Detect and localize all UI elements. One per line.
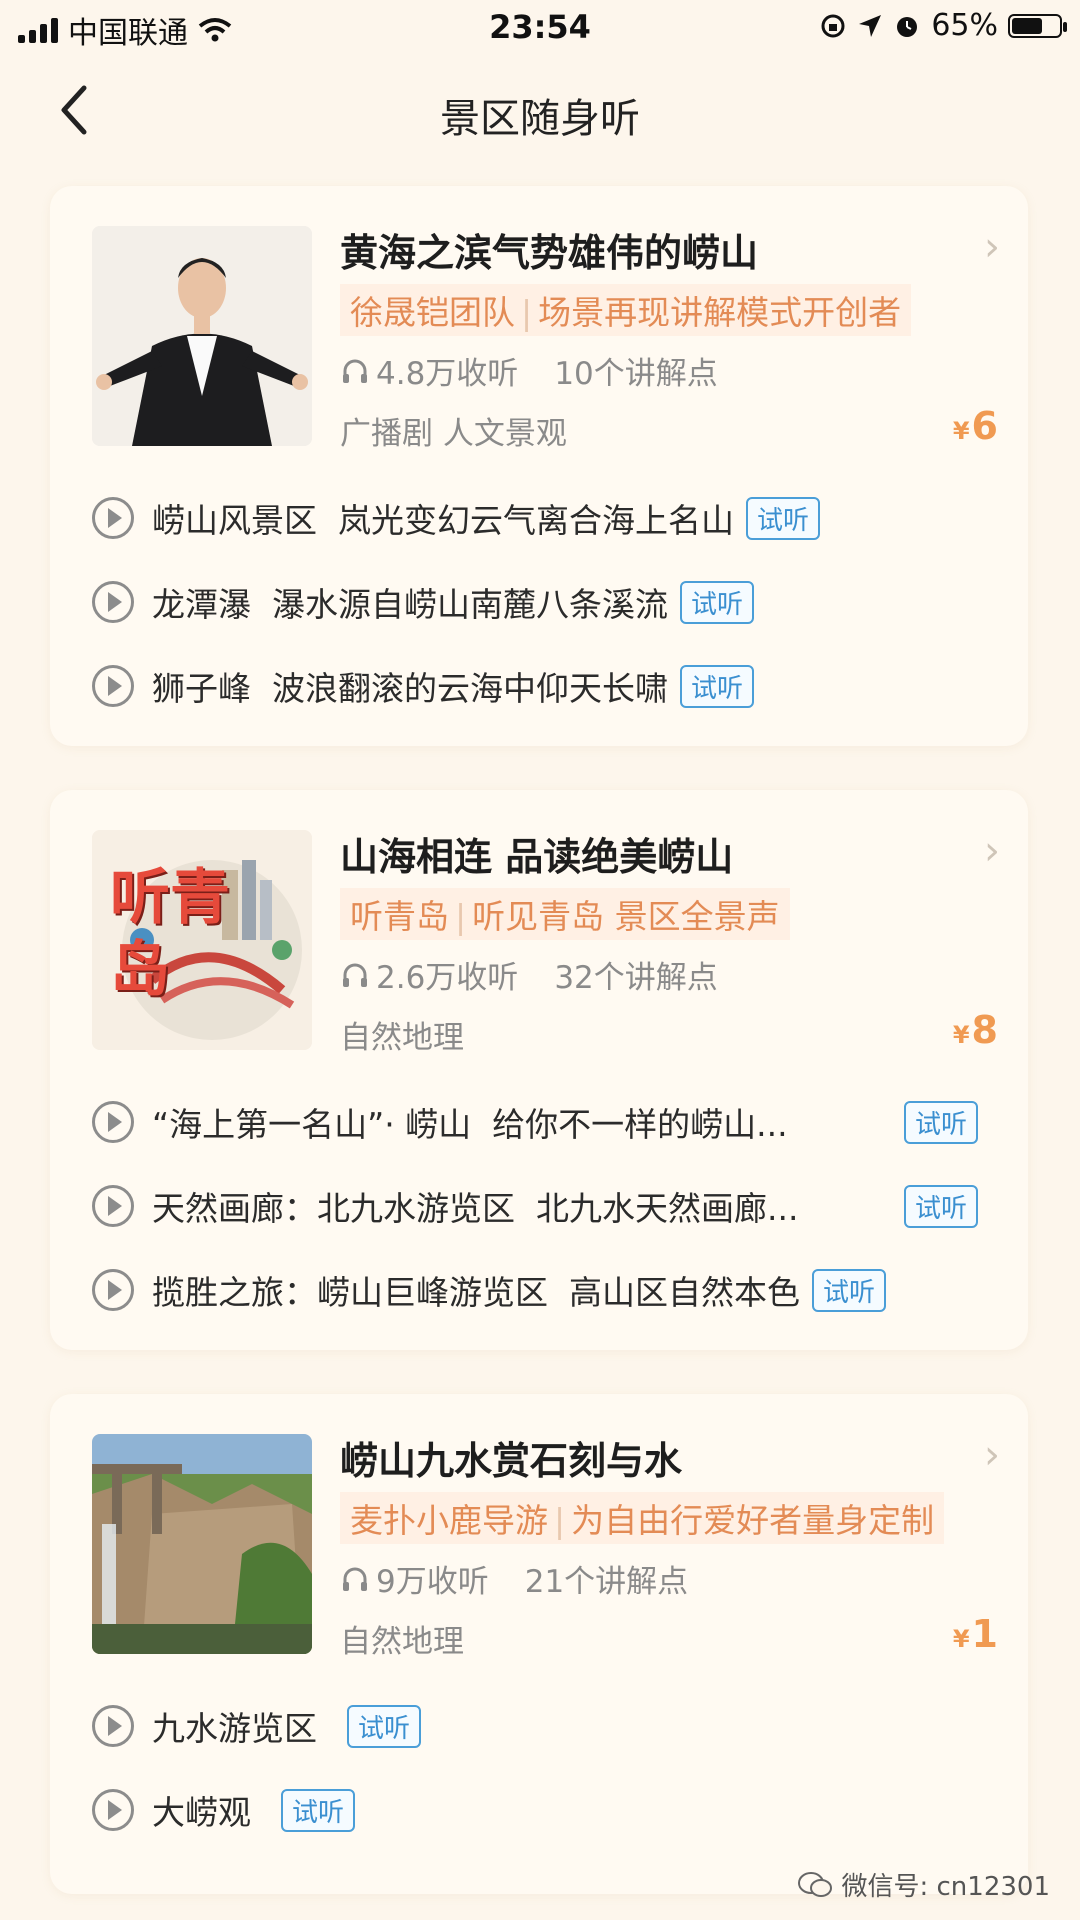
track-row[interactable]: 九水游览区 试听 [92, 1696, 1008, 1756]
rotation-lock-icon [821, 14, 845, 37]
point-count: 32个讲解点 [554, 960, 718, 996]
trial-listen-button[interactable]: 试听 [903, 1100, 978, 1144]
wechat-watermark: 微信号: cn12301 [797, 1866, 1050, 1903]
point-count: 10个讲解点 [554, 356, 718, 392]
listen-count: 9万收听 [376, 1564, 489, 1600]
track-name: 天然画廊：北九水游览区 [152, 1189, 515, 1228]
headphones-icon [343, 1567, 367, 1591]
track-row[interactable]: 崂山风景区 岚光变幻云气离合海上名山 试听 [92, 488, 1008, 548]
chevron-right-icon[interactable]: › [984, 1432, 1000, 1478]
track-name: 狮子峰 [152, 669, 251, 708]
author-name: 听青岛 [350, 897, 449, 936]
listen-count: 2.6万收听 [376, 960, 519, 996]
track-desc: 高山区自然本色 [568, 1273, 800, 1312]
trial-listen-button[interactable]: 试听 [745, 496, 820, 540]
trial-listen-button[interactable]: 试听 [679, 664, 754, 708]
author-desc: 场景再现讲解模式开创者 [538, 293, 902, 332]
track-desc: 北九水天然画廊... [535, 1189, 799, 1228]
track-desc: 瀑水源自崂山南麓八条溪流 [271, 585, 668, 624]
track-row[interactable]: “海上第一名山”· 崂山 给你不一样的崂山... 试听 [92, 1092, 1008, 1152]
wechat-icon [798, 1871, 833, 1897]
location-icon [859, 14, 882, 37]
tour-stats: 9万收听 21个讲解点 [340, 1556, 688, 1601]
chevron-right-icon[interactable]: › [984, 828, 1000, 874]
battery-icon [1008, 13, 1067, 38]
tour-stats: 4.8万收听 10个讲解点 [340, 348, 718, 393]
track-row[interactable]: 龙潭瀑 瀑水源自崂山南麓八条溪流 试听 [92, 572, 1008, 632]
tour-card[interactable]: 听青岛 山海相连 品读绝美崂山 › 听青岛 | 听见青岛 景区全景声 2.6万收听 … [50, 790, 1028, 1350]
track-name: 揽胜之旅：崂山巨峰游览区 [152, 1273, 548, 1312]
tour-card[interactable]: 崂山九水赏石刻与水 › 麦扑小鹿导游 | 为自由行爱好者量身定制 9万收听 21个讲… [50, 1394, 1028, 1894]
track-row[interactable]: 天然画廊：北九水游览区 北九水天然画廊... 试听 [92, 1176, 1008, 1236]
track-desc: 给你不一样的崂山... [492, 1105, 788, 1144]
tour-tags: 自然地理 [340, 1020, 464, 1056]
play-icon[interactable] [92, 497, 134, 539]
author-tag: 听青岛 | 听见青岛 景区全景声 [340, 888, 790, 940]
trial-listen-button[interactable]: 试听 [679, 580, 754, 624]
track-row[interactable]: 大崂观 试听 [92, 1780, 1008, 1840]
tour-price: ¥6 [952, 404, 998, 448]
play-icon[interactable] [92, 1185, 134, 1227]
play-icon[interactable] [92, 1789, 134, 1831]
tour-stats: 2.6万收听 32个讲解点 [340, 952, 718, 997]
tour-tags: 自然地理 [340, 1624, 464, 1660]
headphones-icon [343, 359, 367, 383]
trial-listen-button[interactable]: 试听 [347, 1704, 422, 1748]
track-name: “海上第一名山”· 崂山 [152, 1105, 472, 1144]
play-icon[interactable] [92, 665, 134, 707]
listen-count: 4.8万收听 [376, 356, 519, 392]
track-desc: 波浪翻滚的云海中仰天长啸 [271, 669, 668, 708]
tour-title: 崂山九水赏石刻与水 [340, 1439, 683, 1483]
tour-tags: 广播剧 人文景观 [340, 416, 567, 452]
track-name: 崂山风景区 [152, 501, 317, 540]
track-name: 龙潭瀑 [152, 585, 251, 624]
author-desc: 听见青岛 景区全景声 [472, 897, 780, 936]
alarm-icon [897, 16, 918, 37]
tour-title: 黄海之滨气势雄伟的崂山 [340, 231, 759, 275]
track-name: 大崂观 [152, 1793, 251, 1832]
scenery-photo [92, 1434, 312, 1654]
nav-bar: 景区随身听 [0, 70, 1080, 150]
author-tag: 徐晟铠团队 | 场景再现讲解模式开创者 [340, 284, 912, 336]
author-name: 徐晟铠团队 [350, 293, 515, 332]
trial-listen-button[interactable]: 试听 [903, 1184, 978, 1228]
track-row[interactable]: 揽胜之旅：崂山巨峰游览区 高山区自然本色 试听 [92, 1260, 1008, 1320]
cover-image: 听青岛 [92, 830, 312, 1050]
author-desc: 为自由行爱好者量身定制 [571, 1501, 935, 1540]
status-bar: 中国联通 23:54 65% [0, 0, 1080, 56]
battery-percent: 65% [931, 8, 998, 43]
author-tag: 麦扑小鹿导游 | 为自由行爱好者量身定制 [340, 1492, 945, 1544]
chevron-right-icon[interactable]: › [984, 224, 1000, 270]
track-name: 九水游览区 [152, 1709, 317, 1748]
tour-card[interactable]: 黄海之滨气势雄伟的崂山 › 徐晟铠团队 | 场景再现讲解模式开创者 4.8万收听 1… [50, 186, 1028, 746]
page-title: 景区随身听 [440, 96, 640, 142]
tour-title: 山海相连 品读绝美崂山 [340, 835, 734, 879]
cover-title: 听青岛 [110, 863, 230, 1005]
play-icon[interactable] [92, 1101, 134, 1143]
trial-listen-button[interactable]: 试听 [811, 1268, 886, 1312]
point-count: 21个讲解点 [524, 1564, 689, 1600]
play-icon[interactable] [92, 1269, 134, 1311]
headphones-icon [343, 963, 367, 987]
guide-photo [92, 226, 312, 446]
play-icon[interactable] [92, 1705, 134, 1747]
watermark-text: 微信号: cn12301 [841, 1872, 1050, 1902]
tour-price: ¥8 [952, 1008, 998, 1052]
trial-listen-button[interactable]: 试听 [281, 1788, 356, 1832]
track-row[interactable]: 狮子峰 波浪翻滚的云海中仰天长啸 试听 [92, 656, 1008, 716]
play-icon[interactable] [92, 581, 134, 623]
track-desc: 岚光变幻云气离合海上名山 [337, 501, 734, 540]
tour-price: ¥1 [952, 1612, 998, 1656]
author-name: 麦扑小鹿导游 [350, 1501, 548, 1540]
